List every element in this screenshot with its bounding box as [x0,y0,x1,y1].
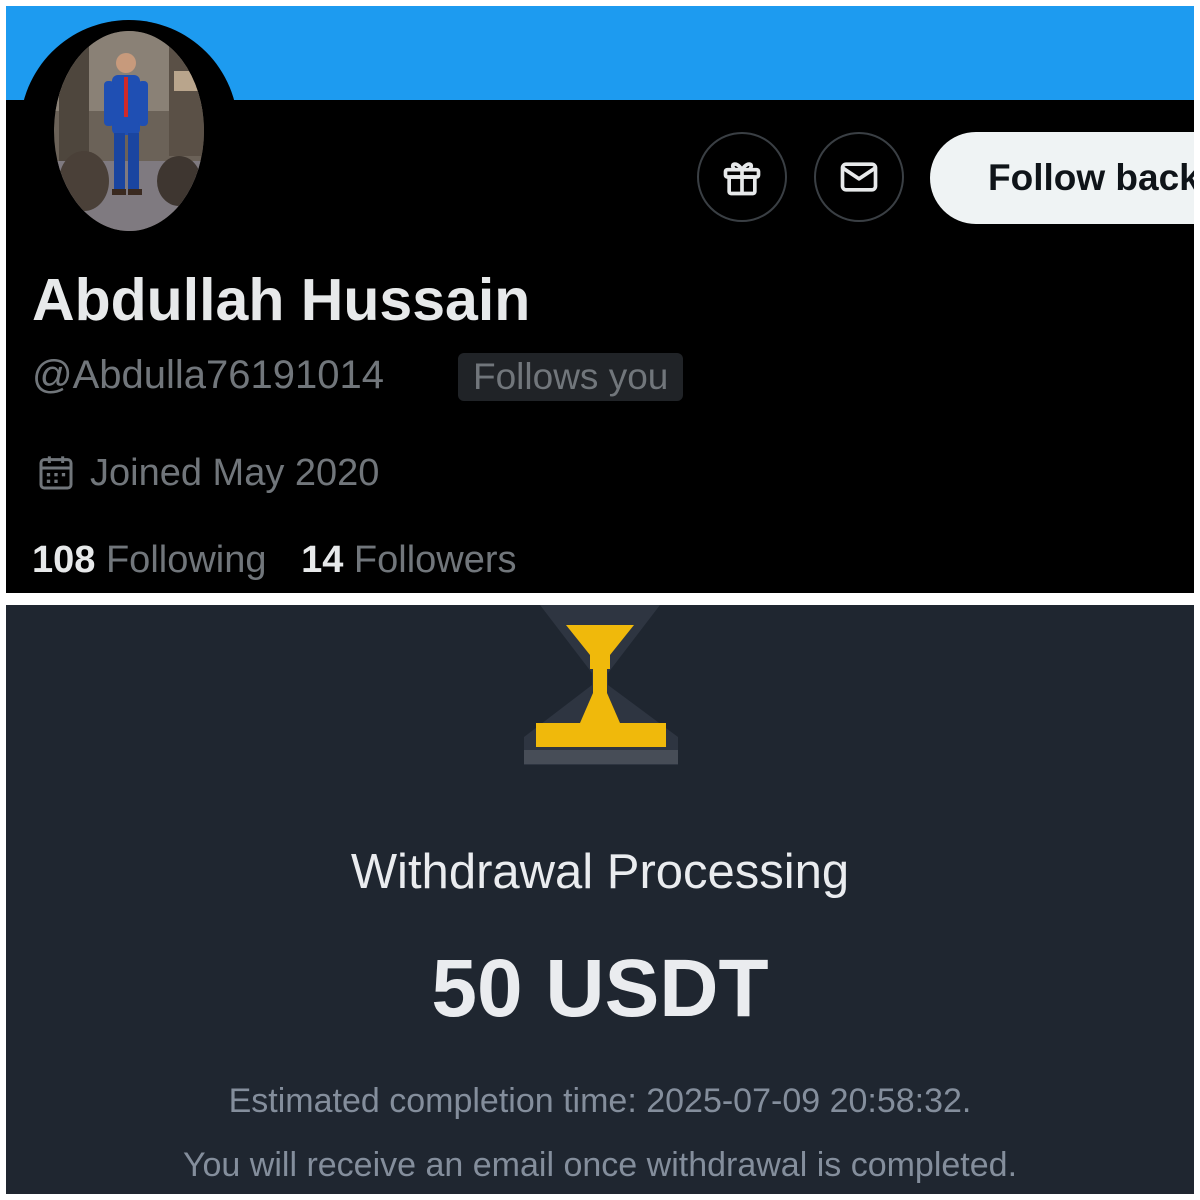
gift-icon [723,162,761,196]
followers-label: Followers [353,539,517,581]
following-label: Following [105,539,267,581]
followers-link[interactable]: 14 Followers [301,539,516,581]
withdrawal-panel: Withdrawal Processing 50 USDT Estimated … [6,605,1194,1194]
withdrawal-title: Withdrawal Processing [350,845,850,899]
following-count: 108 [32,539,96,581]
follow-back-button[interactable]: Follow back [930,132,1194,224]
follow-stats: 108 Following 14 Followers [32,534,517,586]
profile-panel: Follow back Abdullah Hussain @Abdulla761… [6,6,1194,593]
message-button[interactable] [814,132,904,222]
joined-label: Joined May 2020 [90,452,380,494]
envelope-icon [840,162,878,192]
display-name: Abdullah Hussain [32,267,531,333]
avatar[interactable] [54,31,204,231]
followers-count: 14 [301,539,344,581]
following-link[interactable]: 108 Following [32,539,277,581]
gift-button[interactable] [697,132,787,222]
email-note: You will receive an email once withdrawa… [182,1146,1018,1184]
withdrawal-amount: 50 USDT [431,943,769,1034]
estimated-completion: Estimated completion time: 2025-07-09 20… [228,1082,972,1120]
calendar-icon [39,456,73,490]
hourglass-icon [524,605,678,765]
follows-you-badge: Follows you [458,353,684,401]
joined-date: Joined May 2020 [36,448,379,498]
user-handle: @Abdulla76191014 [32,353,385,397]
